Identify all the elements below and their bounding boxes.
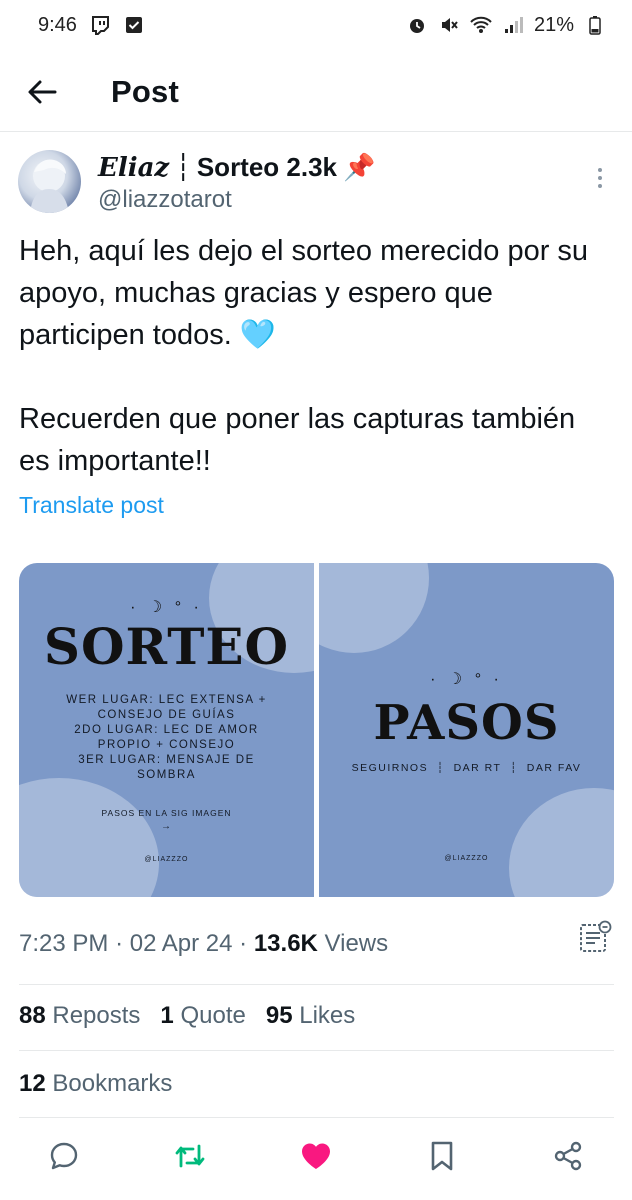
post-date: 02 Apr 24 — [129, 930, 233, 957]
quotes-label: Quote — [180, 1002, 246, 1029]
translate-post-link[interactable]: Translate post — [19, 492, 164, 519]
media-image-pasos[interactable]: · ☽ ° · PASOS SEGUIRNOS ┆ DAR RT ┆ DAR F… — [319, 563, 614, 897]
repost-icon — [175, 1144, 205, 1168]
media-credit: @LIAZZZO — [444, 855, 489, 862]
divider — [19, 1050, 614, 1051]
media-image-sorteo[interactable]: · ☽ ° · SORTEO WER LUGAR: LEC EXTENSA + … — [19, 563, 314, 897]
likes-label: Likes — [299, 1002, 356, 1029]
battery-percent: 21% — [533, 13, 574, 36]
header: Post — [0, 50, 632, 132]
share-button[interactable] — [550, 1138, 586, 1174]
check-box-icon — [123, 14, 145, 36]
avatar[interactable] — [18, 150, 81, 213]
status-left: 9:46 — [38, 14, 145, 37]
dot-icon — [598, 168, 602, 172]
display-name-script: Eliaz — [98, 152, 170, 183]
quotes-stat[interactable]: 1 Quote — [160, 1002, 245, 1030]
moon-stars-icon: · ☽ ° · — [430, 671, 503, 688]
dot-icon — [598, 184, 602, 188]
user-handle[interactable]: @liazzotarot — [98, 186, 232, 214]
pin-emoji: 📌 — [343, 152, 376, 182]
reply-button[interactable] — [46, 1138, 82, 1174]
status-bar: 9:46 21% — [0, 0, 632, 50]
likes-stat[interactable]: 95 Likes — [266, 1002, 355, 1030]
moon-stars-icon: · ☽ ° · — [130, 599, 203, 616]
media-line: WER LUGAR: LEC EXTENSA + — [66, 694, 267, 706]
reposts-count: 88 — [19, 1002, 46, 1029]
media-line: 2DO LUGAR: LEC DE AMOR — [74, 724, 259, 736]
reposts-label: Reposts — [52, 1002, 141, 1029]
media-steps: SEGUIRNOS ┆ DAR RT ┆ DAR FAV — [351, 762, 582, 774]
post-meta: 7:23 PM · 02 Apr 24 · 13.6K Views — [19, 930, 388, 958]
bookmarks-count: 12 — [19, 1070, 46, 1097]
repost-button[interactable] — [172, 1138, 208, 1174]
bookmark-icon — [431, 1141, 453, 1171]
media-line: SOMBRA — [137, 769, 196, 781]
bookmarks-label: Bookmarks — [52, 1070, 173, 1097]
display-name-rest: Sorteo 2.3k — [196, 152, 338, 182]
reposts-stat[interactable]: 88 Reposts — [19, 1002, 140, 1030]
display-name-separator: ┆ — [175, 152, 191, 182]
likes-count: 95 — [265, 1002, 293, 1029]
media-line: CONSEJO DE GUÍAS — [97, 709, 236, 721]
media-title: PASOS — [373, 695, 560, 751]
alarm-icon — [406, 14, 428, 36]
quotes-count: 1 — [160, 1002, 174, 1029]
bookmark-button[interactable] — [424, 1138, 460, 1174]
meta-dot: · — [115, 930, 124, 957]
action-bar — [0, 1132, 632, 1180]
meta-dot: · — [239, 930, 248, 957]
status-right: 21% — [406, 14, 606, 37]
post-time: 7:23 PM — [19, 930, 109, 957]
bookmarks-stat[interactable]: 12 Bookmarks — [19, 1070, 172, 1098]
avatar-image — [30, 159, 69, 213]
media-footer: PASOS EN LA SIG IMAGEN — [101, 808, 232, 818]
views-label: Views — [324, 930, 389, 957]
analytics-icon[interactable] — [578, 920, 612, 954]
post-stats: 88 Reposts 1 Quote 95 Likes — [19, 1002, 355, 1030]
post-text: Heh, aquí les dejo el sorteo merecido po… — [19, 235, 589, 477]
like-icon — [302, 1143, 330, 1169]
arrow-left-icon — [28, 80, 57, 104]
signal-icon — [502, 14, 524, 36]
media-line: PROPIO + CONSEJO — [97, 739, 236, 751]
media-credit: @LIAZZZO — [144, 856, 189, 863]
reply-icon — [50, 1142, 78, 1170]
media-line: 3ER LUGAR: MENSAJE DE — [78, 754, 255, 766]
divider — [19, 1117, 614, 1118]
arrow-right-icon: → — [161, 821, 172, 832]
battery-icon — [584, 14, 606, 36]
post-media: · ☽ ° · SORTEO WER LUGAR: LEC EXTENSA + … — [19, 563, 614, 897]
twitch-icon — [89, 14, 111, 36]
page-title: Post — [111, 74, 179, 109]
display-name[interactable]: Eliaz ┆ Sorteo 2.3k 📌 — [98, 152, 375, 183]
views-count: 13.6K — [253, 930, 318, 957]
mute-icon — [438, 14, 460, 36]
dot-icon — [598, 176, 602, 180]
divider — [19, 984, 614, 985]
more-options-button[interactable] — [590, 164, 610, 192]
like-button[interactable] — [298, 1138, 334, 1174]
post-author: Eliaz ┆ Sorteo 2.3k 📌 @liazzotarot — [18, 150, 614, 220]
media-title: SORTEO — [43, 617, 290, 676]
wifi-icon — [470, 14, 492, 36]
clock: 9:46 — [38, 13, 77, 36]
share-icon — [554, 1141, 582, 1171]
back-button[interactable] — [22, 72, 62, 112]
